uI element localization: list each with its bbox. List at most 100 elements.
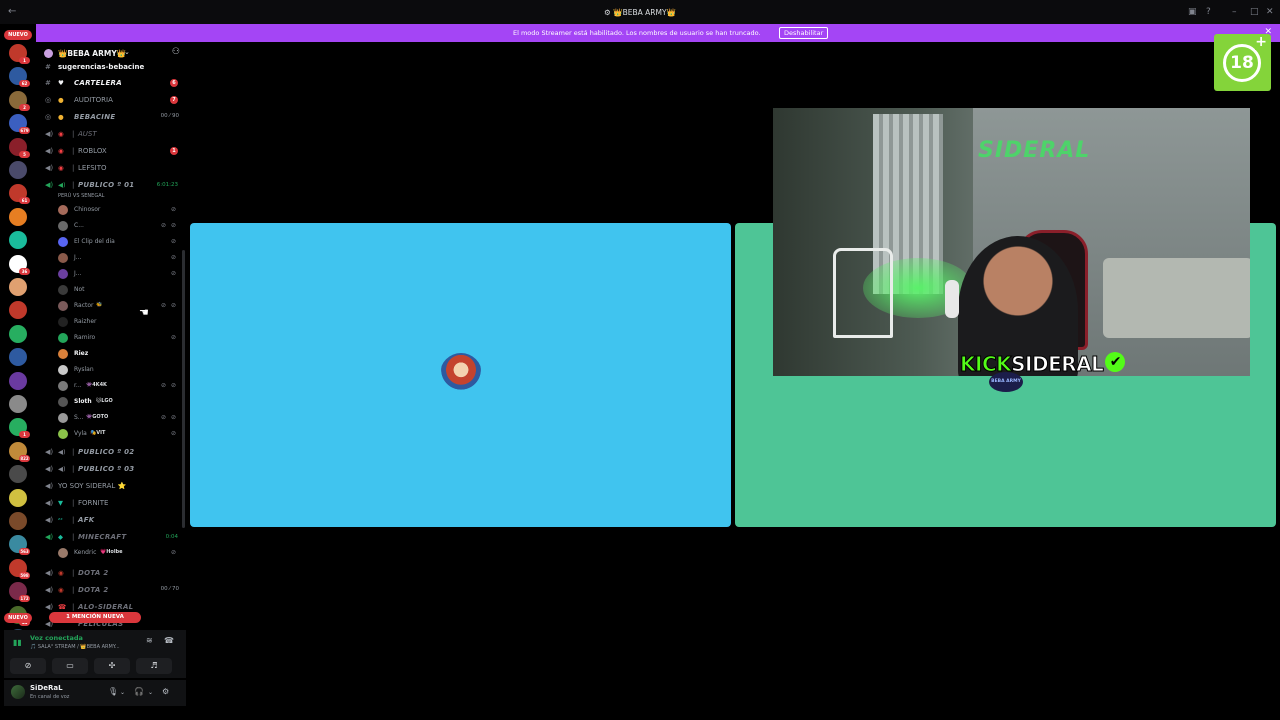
headphones-icon[interactable]: 🎧 (134, 687, 144, 696)
window-title-text: 👑BEBA ARMY👑 (613, 8, 676, 17)
channel-sugerencias[interactable]: # sugerencias-bebacine (36, 60, 186, 74)
voice-user[interactable]: C... ⊘ ⊘ (36, 218, 186, 234)
invite-people-icon[interactable]: ⚇ (172, 47, 180, 57)
server-icon[interactable] (9, 301, 27, 320)
channel-dota-2-a[interactable]: ◀) ◉ | DOTA 2 (36, 566, 186, 580)
channel-sidebar: 👑BEBA ARMY👑 ⌄ ⚇ # sugerencias-bebacine #… (36, 42, 186, 630)
channel-roblox[interactable]: ◀) ◉ | ROBLOX 1 (36, 144, 186, 158)
voice-user[interactable]: El Clip del dia ⊘ (36, 234, 186, 250)
server-icon[interactable]: 1 (9, 418, 30, 439)
server-icon[interactable] (9, 465, 27, 484)
voice-user[interactable]: S... 👾GOTO ⊘ ⊘ (36, 410, 186, 426)
server-icon[interactable]: 1 (9, 44, 30, 64)
server-icon[interactable] (9, 348, 27, 367)
voice-user[interactable]: r... 👾4K4K ⊘ ⊘ (36, 378, 186, 394)
close-window-icon[interactable]: ✕ (1266, 7, 1274, 17)
server-icon[interactable]: 5 (9, 137, 30, 158)
server-icon[interactable] (9, 512, 27, 530)
kick-overlay: KICKSIDERAL ✔ (959, 352, 1126, 380)
minimize-icon[interactable]: – (1232, 7, 1237, 17)
voice-user[interactable]: Ractor 🐝 ⊘ ⊘ (36, 298, 186, 314)
soundboard-button[interactable]: ♬ (136, 658, 172, 674)
server-icon[interactable] (9, 488, 27, 507)
channel-status: PERÚ VS SENEGAL (58, 193, 105, 199)
avatar[interactable] (11, 685, 25, 699)
server-icon[interactable]: 61 (9, 184, 30, 205)
channel-label: ALO-SIDERAL (78, 603, 134, 611)
voice-user[interactable]: Ramiro ⊘ (36, 330, 186, 346)
server-icon[interactable] (9, 278, 27, 296)
current-user-name[interactable]: SiDeRaL (30, 684, 63, 692)
server-icon[interactable]: 36 (9, 254, 30, 275)
voice-user[interactable]: Raizher (36, 314, 186, 330)
microphone-icon[interactable]: 🎙 (108, 687, 118, 696)
channel-yo-soy-sideral[interactable]: ◀) YO SOY SIDERAL ⭐ (36, 479, 186, 493)
voice-user[interactable]: Vyla 🎭VIT ⊘ (36, 426, 186, 442)
voice-channel-name[interactable]: 🎵 SALA° STREAM / 👑BEBA ARMY... (30, 644, 120, 650)
screen-share-button[interactable]: ▭ (52, 658, 88, 674)
channel-publico-01[interactable]: ◀) ◀) | PUBLICO º 01 6:01:23 (36, 178, 186, 192)
server-icon[interactable] (9, 231, 27, 250)
voice-user[interactable]: Sloth 🐱LGO (36, 394, 186, 410)
camera-off-button[interactable]: ⊘ (10, 658, 46, 674)
window-title: ⚙ 👑BEBA ARMY👑 (0, 8, 1280, 17)
voice-user[interactable]: Ryslan (36, 362, 186, 378)
deafened-icon: ⊘ (170, 414, 176, 421)
chevron-down-icon[interactable]: ⌄ (124, 48, 130, 56)
server-icon[interactable]: 563 (9, 535, 30, 556)
chevron-down-icon[interactable]: ⌄ (148, 689, 153, 696)
channel-auditoria[interactable]: ◎ ● AUDITORIA 7 (36, 93, 186, 107)
voice-user[interactable]: J... ⊘ (36, 266, 186, 282)
channel-fornite[interactable]: ◀) ▼ | FORNITE (36, 496, 186, 510)
settings-gear-icon[interactable]: ⚙ (162, 687, 169, 696)
voice-timer: 6:01:23 (156, 182, 178, 188)
separator: | (72, 603, 75, 611)
server-icon[interactable]: 679 (9, 114, 30, 135)
help-icon[interactable]: ? (1206, 7, 1211, 17)
server-icon[interactable] (9, 161, 27, 179)
server-icon[interactable]: 62 (9, 67, 30, 88)
activities-button[interactable]: ✣ (94, 658, 130, 674)
server-icon[interactable] (9, 207, 27, 226)
channel-publico-02[interactable]: ◀) ◀) | PUBLICO º 02 (36, 445, 186, 459)
speaker-icon: ◀) (45, 569, 54, 577)
signal-icon[interactable]: ▮▮ (13, 638, 22, 647)
channel-afk[interactable]: ◀) ᶻᶻ | AFK (36, 513, 186, 527)
server-icon[interactable] (9, 371, 27, 390)
server-icon[interactable]: 2 (9, 90, 30, 111)
voice-user[interactable]: J... ⊘ (36, 250, 186, 266)
channel-minecraft[interactable]: ◀) ◆ | MINECRAFT 0:04 (36, 530, 186, 544)
sidebar-scrollbar[interactable] (182, 250, 185, 528)
avatar (58, 333, 68, 343)
server-icon[interactable]: 172 (9, 582, 30, 603)
server-icon[interactable]: 822 (9, 441, 30, 462)
noise-suppression-icon[interactable]: ≋ (146, 636, 153, 645)
channel-aust[interactable]: ◀) ◉ | AUST (36, 127, 186, 141)
channel-bebacine[interactable]: ◎ ● BEBACINE 00 ⁄ 90 (36, 110, 186, 124)
channel-label: LEFSITO (78, 164, 107, 172)
inbox-icon[interactable]: ▣ (1188, 7, 1197, 17)
voice-user[interactable]: Not (36, 282, 186, 298)
stream-video[interactable]: SIDERAL (773, 108, 1250, 376)
voice-user[interactable]: Riez (36, 346, 186, 362)
voice-user[interactable]: Kendric 💗Holbe ⊘ (36, 545, 186, 561)
user-limit: 00 ⁄ 70 (160, 586, 179, 592)
voice-user[interactable]: Chinosor ⊘ (36, 202, 186, 218)
server-icon[interactable] (9, 395, 27, 413)
server-rail: 162267956136182256359817244163 (0, 42, 36, 671)
server-icon[interactable] (9, 324, 27, 343)
stage-icon: ◎ (45, 113, 52, 121)
channel-lefsito[interactable]: ◀) ◉ | LEFSITO (36, 161, 186, 175)
channel-dota-2-b[interactable]: ◀) ◉ | DOTA 2 00 ⁄ 70 (36, 583, 186, 597)
deafened-icon: ⊘ (170, 549, 176, 556)
maximize-icon[interactable]: □ (1250, 7, 1259, 17)
voice-connected-status[interactable]: Voz conectada (30, 634, 83, 642)
deafened-icon: ⊘ (170, 206, 176, 213)
disconnect-icon[interactable]: ☎ (164, 636, 174, 645)
channel-cartelera[interactable]: # ♥ CARTELERA 6 (36, 76, 186, 90)
new-mention-pill[interactable]: 1 MENCIÓN NUEVA (49, 612, 141, 623)
server-icon[interactable]: 598 (9, 558, 30, 579)
channel-publico-03[interactable]: ◀) ◀) | PUBLICO º 03 (36, 462, 186, 476)
chevron-down-icon[interactable]: ⌄ (120, 689, 125, 696)
disable-streamer-button[interactable]: Deshabilitar (779, 27, 829, 39)
